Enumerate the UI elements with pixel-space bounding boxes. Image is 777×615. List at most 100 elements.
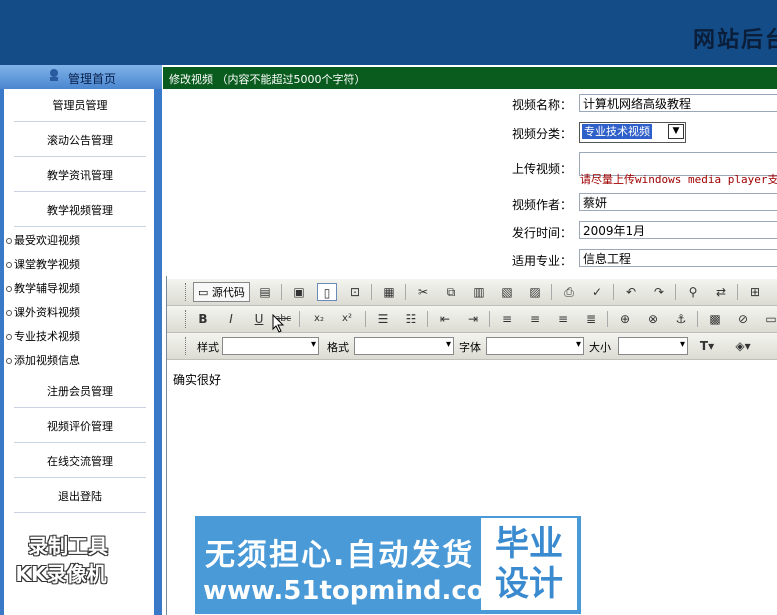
- new-page-icon[interactable]: ▯: [317, 283, 337, 301]
- author-field[interactable]: 蔡妍: [579, 193, 777, 211]
- top-banner: 网站后台: [0, 0, 777, 65]
- category-select[interactable]: 专业技术视频 ▼: [579, 122, 686, 143]
- toolbar-grip: [185, 310, 189, 328]
- size-label: 大小: [589, 341, 611, 354]
- name-label: 视频名称：: [512, 98, 573, 112]
- sidebar-item-video[interactable]: 教学视频管理: [14, 196, 146, 227]
- toolbar-grip: [185, 337, 189, 355]
- preview-icon[interactable]: ⊡: [345, 283, 365, 301]
- bullet-icon: [6, 334, 12, 340]
- sidebar-subitem-add[interactable]: 添加视频信息: [6, 352, 80, 370]
- align-center-icon[interactable]: ≡: [525, 310, 545, 328]
- paste-html-icon[interactable]: ▨: [525, 283, 545, 301]
- numbered-list-icon[interactable]: ☰: [373, 310, 393, 328]
- flash-icon[interactable]: ⊘: [733, 310, 753, 328]
- sidebar-item-members[interactable]: 注册会员管理: [14, 377, 146, 408]
- sidebar-item-reviews[interactable]: 视频评价管理: [14, 412, 146, 443]
- toolbar-divider: [365, 311, 366, 327]
- toolbar-divider: [697, 311, 698, 327]
- sidebar-subitem-classroom[interactable]: 课堂教学视频: [6, 256, 80, 274]
- align-right-icon[interactable]: ≡: [553, 310, 573, 328]
- sidebar-subitem-technical[interactable]: 专业技术视频: [6, 328, 80, 346]
- sidebar-item-admin[interactable]: 管理员管理: [14, 91, 146, 122]
- paste-icon[interactable]: ▥: [469, 283, 489, 301]
- toolbar-divider: [675, 284, 676, 300]
- sidebar-header[interactable]: 管理首页: [0, 65, 162, 89]
- major-field[interactable]: 信息工程: [579, 249, 777, 267]
- watermark-badge-text: 毕业设计: [495, 524, 563, 604]
- image-icon[interactable]: ▩: [705, 310, 725, 328]
- copy-icon[interactable]: ⧉: [441, 283, 461, 301]
- select-all-icon[interactable]: ⊞: [745, 283, 765, 301]
- align-justify-icon[interactable]: ≣: [581, 310, 601, 328]
- style-label: 样式: [197, 341, 219, 354]
- find-icon[interactable]: ⚲: [683, 283, 703, 301]
- undo-icon[interactable]: ↶: [621, 283, 641, 301]
- bold-icon[interactable]: B: [193, 310, 213, 328]
- category-selected: 专业技术视频: [582, 124, 652, 139]
- replace-icon[interactable]: ⇄: [711, 283, 731, 301]
- toolbar-divider: [737, 284, 738, 300]
- name-field[interactable]: 计算机网络高级教程: [579, 94, 777, 112]
- template-icon[interactable]: ▤: [255, 283, 275, 301]
- bullet-icon: [6, 358, 12, 364]
- unlink-icon[interactable]: ⊗: [643, 310, 663, 328]
- toolbar-grip: [185, 283, 189, 301]
- link-icon[interactable]: ⊕: [615, 310, 635, 328]
- sidebar-item-logout[interactable]: 退出登陆: [14, 482, 146, 513]
- sidebar-subitem-tutoring[interactable]: 教学辅导视频: [6, 280, 80, 298]
- watermark-left: 无须担心.自动发货 www.51topmind.com: [195, 516, 512, 614]
- watermark-url: www.51topmind.com: [203, 576, 512, 606]
- table-icon[interactable]: ▭: [761, 310, 777, 328]
- outdent-icon[interactable]: ⇤: [435, 310, 455, 328]
- sidebar-title: 管理首页: [68, 72, 117, 86]
- paste-word-icon[interactable]: ▦: [379, 283, 399, 301]
- cut-icon[interactable]: ✂: [413, 283, 433, 301]
- major-label: 适用专业：: [512, 254, 573, 268]
- bulleted-list-icon[interactable]: ☷: [401, 310, 421, 328]
- bullet-icon: [6, 238, 12, 244]
- source-icon: ▭: [198, 286, 212, 299]
- underline-icon[interactable]: U: [249, 310, 269, 328]
- editor-body-text: 确实很好: [173, 373, 222, 387]
- chevron-down-icon: ▼: [668, 124, 684, 139]
- date-field[interactable]: 2009年1月: [579, 221, 777, 239]
- save-icon[interactable]: ▣: [289, 283, 309, 301]
- italic-icon[interactable]: I: [221, 310, 241, 328]
- toolbar-divider: [551, 284, 552, 300]
- recorder-watermark: 录制工具 KK录像机: [16, 532, 109, 588]
- print-icon[interactable]: ⎙: [559, 283, 579, 301]
- bullet-icon: [6, 310, 12, 316]
- redo-icon[interactable]: ↷: [649, 283, 669, 301]
- recorder-line-1: 录制工具: [28, 534, 108, 558]
- sidebar-item-news[interactable]: 教学资讯管理: [14, 161, 146, 192]
- font-select[interactable]: [486, 337, 584, 355]
- toolbar-divider: [371, 284, 372, 300]
- background-color-icon[interactable]: ◈▾: [733, 337, 753, 355]
- align-left-icon[interactable]: ≡: [497, 310, 517, 328]
- indent-icon[interactable]: ⇥: [463, 310, 483, 328]
- watermark-banner: 无须担心.自动发货 www.51topmind.com 毕业设计: [195, 516, 581, 614]
- spellcheck-icon[interactable]: ✓: [587, 283, 607, 301]
- sidebar-item-chat[interactable]: 在线交流管理: [14, 447, 146, 478]
- bullet-icon: [6, 262, 12, 268]
- editor-toolbar-3: 样式 格式 字体 大小 T▾ ◈▾: [167, 333, 777, 360]
- site-title: 网站后台: [692, 27, 777, 53]
- subscript-icon[interactable]: x₂: [309, 310, 329, 328]
- sidebar-subitem-extracurricular[interactable]: 课外资料视频: [6, 304, 80, 322]
- sidebar-item-announcement[interactable]: 滚动公告管理: [14, 126, 146, 157]
- source-button[interactable]: ▭ 源代码: [193, 282, 250, 302]
- editor-toolbar-1: ▭ 源代码 ▤ ▣ ▯ ⊡ ▦ ✂ ⧉ ▥ ▧ ▨ ⎙ ✓ ↶ ↷ ⚲ ⇄ ⊞: [167, 279, 777, 306]
- anchor-icon[interactable]: ⚓: [671, 310, 691, 328]
- watermark-badge: 毕业设计: [481, 518, 577, 610]
- style-select[interactable]: [222, 337, 319, 355]
- text-color-icon[interactable]: T▾: [697, 337, 717, 355]
- format-select[interactable]: [354, 337, 454, 355]
- content-header: 修改视频 （内容不能超过5000个字符）: [163, 67, 777, 89]
- sidebar-subitem-popular[interactable]: 最受欢迎视频: [6, 232, 80, 250]
- editor-toolbar-2: B I U abc x₂ x² ☰ ☷ ⇤ ⇥ ≡ ≡ ≡ ≣ ⊕ ⊗ ⚓ ▩ …: [167, 306, 777, 333]
- paste-text-icon[interactable]: ▧: [497, 283, 517, 301]
- superscript-icon[interactable]: x²: [337, 310, 357, 328]
- size-select[interactable]: [618, 337, 688, 355]
- toolbar-divider: [427, 311, 428, 327]
